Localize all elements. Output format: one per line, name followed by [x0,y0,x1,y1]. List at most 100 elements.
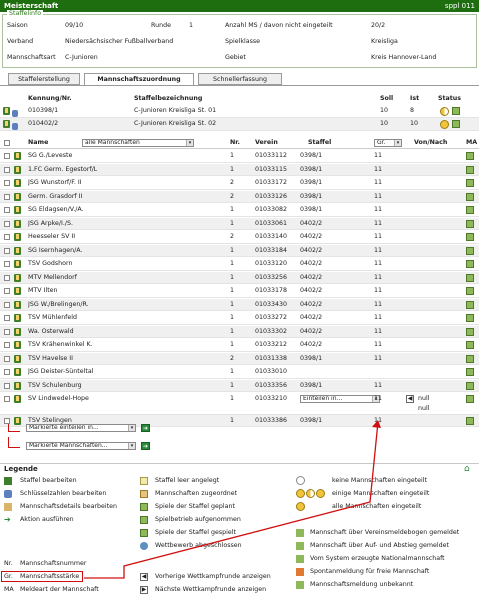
edit-team-icon[interactable] [14,287,21,295]
team-name: SG Isernhagen/A. [28,246,83,254]
edit-team-icon[interactable] [14,233,21,241]
row-checkbox[interactable] [4,220,10,227]
row-checkbox[interactable] [4,166,10,173]
team-filter-select[interactable]: alle Mannschaften ▾ [82,139,194,147]
key-icon[interactable] [12,123,18,130]
edit-team-icon[interactable] [14,395,21,403]
abbr-value: Mannschaftsnummer [20,560,87,567]
team-row: SV Lindwedel-Hope 1 01033210 Einteilen in..… [0,393,479,415]
abbr-key: MA [4,586,14,593]
edit-team-icon[interactable] [14,327,21,336]
team-nr: 1 [230,219,235,227]
markierte-einteilen-select[interactable]: Markierte einteilen in... ▾ [26,424,136,432]
markierte-mannschaften-select[interactable]: Markierte Mannschaften... ▾ [26,442,136,450]
team-nr: 2 [230,233,235,240]
tab-divider [0,85,479,86]
next-round-icon[interactable]: ▶ [140,586,148,594]
status-flag-icon [452,120,460,128]
select-all-checkbox[interactable] [4,140,10,146]
legend-item: Mannschaften zugeordnet [155,490,238,497]
edit-team-icon[interactable] [14,273,21,282]
team-name: MTV Mellendorf [28,273,77,281]
edit-staffel-icon[interactable] [3,107,10,115]
edit-team-icon[interactable] [14,354,21,363]
edit-team-icon[interactable] [14,381,21,390]
row-checkbox[interactable] [4,288,10,294]
edit-team-icon[interactable] [14,260,21,268]
meldeart-icon [466,395,474,403]
prev-round-icon[interactable]: ◀ [140,573,148,581]
team-row: Heesseler SV II 2 01033140 0402/2 11 [0,231,479,244]
einteilen-select[interactable]: Einteilen in... ▾ [300,395,380,403]
edit-staffel-icon [4,477,12,485]
edit-team-icon[interactable] [14,206,21,214]
row-checkbox[interactable] [4,355,10,362]
gr-select[interactable]: Gr. ▾ [374,139,402,147]
action-arrow-icon: ➔ [4,515,11,524]
teams-assigned-icon [140,490,148,498]
team-staffel: 0398/1 [300,179,323,186]
anzahl-label: Anzahl MS / davon nicht eingeteilt [225,22,333,29]
row-checkbox[interactable] [4,180,10,186]
row-checkbox[interactable] [4,396,10,402]
row-checkbox[interactable] [4,234,10,240]
edit-team-icon[interactable] [14,219,21,228]
edit-team-icon[interactable] [14,165,21,174]
row-checkbox[interactable] [4,382,10,389]
legend-item: Schlüsselzahlen bearbeiten [20,490,107,497]
row-checkbox[interactable] [4,207,10,213]
row-checkbox[interactable] [4,301,10,308]
edit-team-icon[interactable] [14,192,21,201]
tab-staffelerstellung[interactable]: Staffelerstellung [8,73,80,85]
row-checkbox[interactable] [4,369,10,375]
team-nr: 1 [230,165,235,173]
team-name: JSG Wunstorf/F. II [28,179,82,186]
row-checkbox[interactable] [4,342,10,348]
prev-round-label[interactable]: Vorherige Wettkampfrunde anzeigen [155,573,271,581]
team-staffel: 0402/2 [300,327,323,335]
row-checkbox[interactable] [4,247,10,254]
execute-mannschaften-button[interactable]: ➔ [141,442,150,450]
edit-team-icon[interactable] [14,341,21,349]
meldeart-icon [466,152,474,160]
team-verein: 01033140 [255,233,288,240]
team-nr: 1 [230,287,235,294]
next-round-label[interactable]: Nächste Wettkampfrunde anzeigen [155,586,266,594]
execute-einteilen-button[interactable]: ➔ [141,424,150,432]
th-name[interactable]: Name [28,139,48,146]
meldeart-icon [466,246,474,255]
edit-team-icon[interactable] [14,300,21,309]
th-kennung[interactable]: Kennung/Nr. [28,95,72,102]
legend-item: Aktion ausführen [20,516,74,523]
team-name: Germ. Grasdorf II [28,192,83,200]
th-nr[interactable]: Nr. [230,139,240,146]
row-checkbox[interactable] [4,261,10,267]
edit-team-icon[interactable] [14,179,21,187]
edit-team-icon[interactable] [14,246,21,255]
team-row: Germ. Grasdorf II 2 01033126 0398/1 11 [0,190,479,204]
row-checkbox[interactable] [4,193,10,200]
legend-item: Spiele der Staffel geplant [155,503,235,510]
home-icon[interactable]: ⌂ [464,464,470,474]
th-vonnach: Von/Nach [414,139,448,146]
th-verein[interactable]: Verein [255,139,278,146]
team-staffel: 0398/1 [300,206,323,213]
th-staffel[interactable]: Staffel [308,139,331,146]
row-checkbox[interactable] [4,315,10,321]
key-icon[interactable] [12,110,18,117]
row-checkbox[interactable] [4,274,10,281]
edit-team-icon[interactable] [14,152,21,160]
staffelinfo-legend: Staffelinfo [7,10,44,17]
back-icon[interactable]: ◀ [406,395,414,403]
edit-staffel-icon[interactable] [3,120,10,128]
team-name: SG Eldagsen/V./A. [28,206,84,213]
tab-schnellerfassung[interactable]: Schnellerfassung [198,73,282,85]
edit-team-icon[interactable] [14,314,21,322]
meldeart-icon [466,341,474,349]
meldeart-icon [466,260,474,268]
team-gr: 11 [374,273,383,281]
row-checkbox[interactable] [4,328,10,335]
meldeart-icon [466,179,474,187]
edit-team-icon[interactable] [14,368,21,376]
row-checkbox[interactable] [4,153,10,159]
